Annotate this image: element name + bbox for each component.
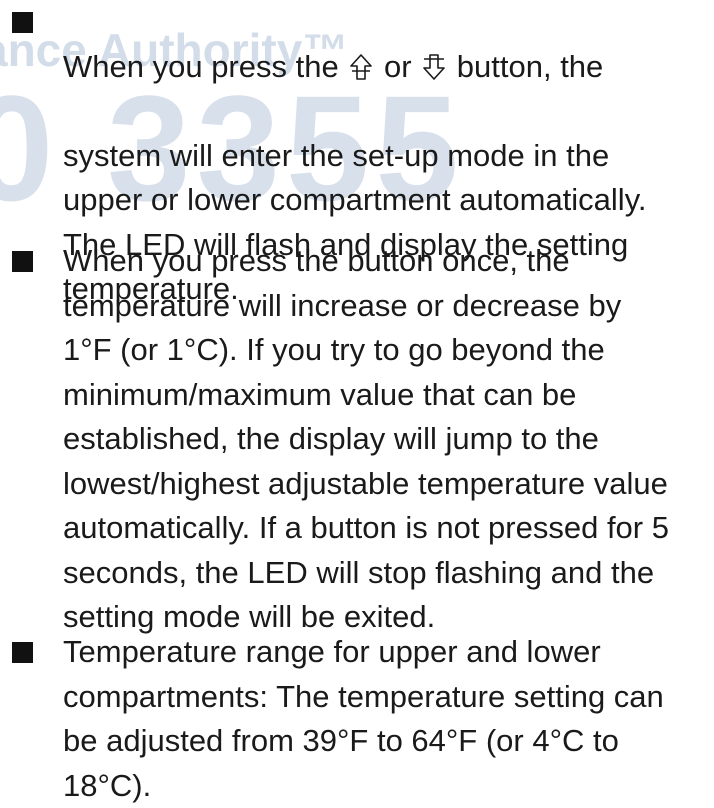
- text-segment: button, the: [456, 48, 604, 84]
- list-item-text: Temperature range for upper and lower co…: [63, 634, 664, 803]
- up-arrow-icon: [350, 53, 373, 80]
- bullet-square-icon: [12, 12, 33, 33]
- text-segment: or: [383, 48, 412, 84]
- bullet-square-icon: [12, 642, 33, 663]
- list-item-text: When you press the button once, the temp…: [63, 243, 669, 634]
- text-segment: When you press the: [63, 48, 339, 84]
- down-arrow-icon: [423, 53, 445, 80]
- bullet-square-icon: [12, 251, 33, 272]
- list-item-first-line: When you press the or button, the: [63, 45, 714, 90]
